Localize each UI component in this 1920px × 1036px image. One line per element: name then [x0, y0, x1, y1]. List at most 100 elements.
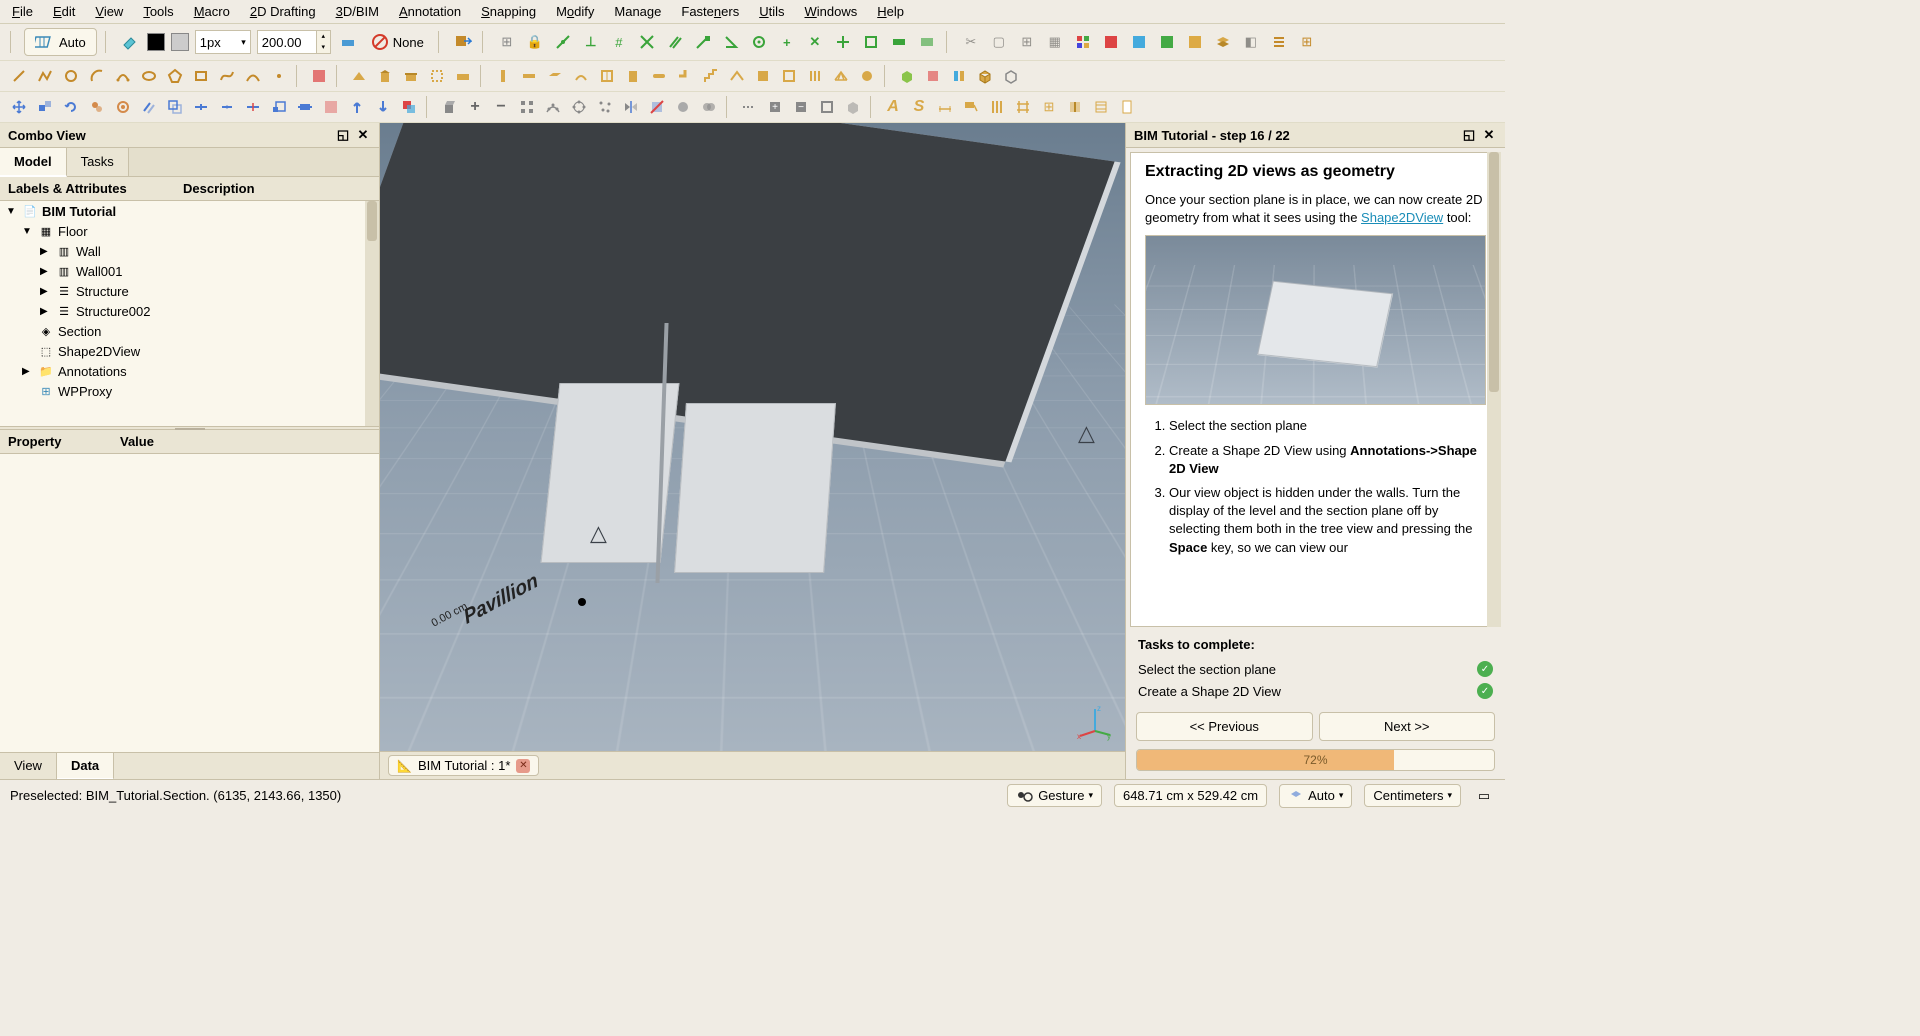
menu-file[interactable]: File [6, 2, 39, 21]
line-tool-button[interactable] [8, 65, 30, 87]
downgrade-tool-button[interactable] [372, 96, 394, 118]
list-button[interactable] [1268, 31, 1290, 53]
component-tool-button[interactable] [896, 65, 918, 87]
menu-tools[interactable]: Tools [137, 2, 179, 21]
tree-structure002[interactable]: ▶ ☰ Structure002 [0, 301, 379, 321]
rectangle-tool-button[interactable] [190, 65, 212, 87]
site-tool-button[interactable] [348, 65, 370, 87]
text-tool-button[interactable]: A [882, 96, 904, 118]
offset-tool-button[interactable] [138, 96, 160, 118]
truss-tool-button[interactable] [830, 65, 852, 87]
eraser-tool-button[interactable] [119, 31, 141, 53]
snap-angle-button[interactable] [720, 31, 742, 53]
tree-scrollbar[interactable] [365, 201, 379, 426]
offset2d-button[interactable] [164, 96, 186, 118]
snap-perpendicular-button[interactable]: ⊥ [580, 31, 602, 53]
add-component-button[interactable]: + [764, 96, 786, 118]
tutorial-content[interactable]: Extracting 2D views as geometry Once you… [1130, 152, 1501, 627]
snap-lock-button[interactable]: 🔒 [524, 31, 546, 53]
menu-annotation[interactable]: Annotation [393, 2, 467, 21]
menu-manage[interactable]: Manage [608, 2, 667, 21]
annotation-styles-button[interactable] [1184, 31, 1206, 53]
trimex-tool-button[interactable] [190, 96, 212, 118]
document-tab-active[interactable]: 📐 BIM Tutorial : 1* ✕ [388, 755, 539, 776]
spin-down[interactable]: ▾ [317, 42, 330, 53]
spin-up[interactable]: ▴ [317, 31, 330, 42]
panel-tool-button[interactable] [752, 65, 774, 87]
copy-move-button[interactable] [34, 96, 56, 118]
classification-button[interactable] [1072, 31, 1094, 53]
preflight-button[interactable] [1156, 31, 1178, 53]
box-primitive-button[interactable] [974, 65, 996, 87]
fence-tool-button[interactable] [804, 65, 826, 87]
library-tool-button[interactable] [948, 65, 970, 87]
page-button[interactable] [1116, 96, 1138, 118]
snap-grid-button[interactable]: ⊞ [496, 31, 518, 53]
tree-structure[interactable]: ▶ ☰ Structure [0, 281, 379, 301]
pointarray-button[interactable] [594, 96, 616, 118]
roof-tool-button[interactable] [726, 65, 748, 87]
arc-tool-button[interactable] [86, 65, 108, 87]
tree-annotations[interactable]: ▶ 📁 Annotations [0, 361, 379, 381]
rebar-tool-button[interactable] [570, 65, 592, 87]
undock-tutorial-button[interactable]: ◱ [1461, 127, 1477, 143]
tree-wpproxy[interactable]: ⊞ WPProxy [0, 381, 379, 401]
bezier-tool-button[interactable] [242, 65, 264, 87]
axis-gizmo[interactable]: z x y [1075, 701, 1115, 741]
snap-dimensions-button[interactable] [888, 31, 910, 53]
fontsize-input[interactable] [258, 35, 316, 50]
tree-root[interactable]: ▼ 📄 BIM Tutorial [0, 201, 379, 221]
grid-button[interactable]: ⊞ [1296, 31, 1318, 53]
working-plane-auto-button[interactable]: Auto [24, 28, 97, 56]
reextract-button[interactable] [816, 96, 838, 118]
simplecopy-button[interactable] [672, 96, 694, 118]
pipe-connector-button[interactable] [674, 65, 696, 87]
tab-tasks[interactable]: Tasks [67, 148, 129, 176]
model-tree[interactable]: ▼ 📄 BIM Tutorial ▼ ▦ Floor ▶ ▥ Wall ▶ ▥ [0, 201, 379, 426]
expand-arrow-icon[interactable]: ▼ [22, 226, 34, 237]
tree-section[interactable]: ◈ Section [0, 321, 379, 341]
tree-floor[interactable]: ▼ ▦ Floor [0, 221, 379, 241]
snap-extension-button[interactable]: + [776, 31, 798, 53]
fontsize-spinner[interactable]: ▴▾ [257, 30, 331, 54]
patharray-button[interactable] [542, 96, 564, 118]
workingplane-combo[interactable]: Auto ▾ [1279, 784, 1352, 808]
point-tool-button[interactable] [268, 65, 290, 87]
circle-tool-button[interactable] [60, 65, 82, 87]
sketch-tool-button[interactable] [308, 65, 330, 87]
equipment-tool-button[interactable] [856, 65, 878, 87]
linestyle-none-button[interactable]: None [365, 31, 430, 53]
builder-tool-button[interactable] [1000, 65, 1022, 87]
grid-tool-button[interactable]: ⊞ [1038, 96, 1060, 118]
diff-tool-button[interactable]: + [464, 96, 486, 118]
construction-mode-button[interactable] [337, 31, 359, 53]
array-tool-button[interactable] [516, 96, 538, 118]
collapse-arrow-icon[interactable]: ▶ [40, 266, 52, 277]
3d-viewport[interactable]: ▽ ▽ Pavillion 0.00 cm z x y [380, 123, 1125, 751]
tree-wall[interactable]: ▶ ▥ Wall [0, 241, 379, 261]
menu-3d-bim[interactable]: 3D/BIM [330, 2, 385, 21]
polararray-button[interactable] [568, 96, 590, 118]
draft2sketch-button[interactable] [320, 96, 342, 118]
compound-button[interactable] [698, 96, 720, 118]
menu-view[interactable]: View [89, 2, 129, 21]
wall-tool-button[interactable] [452, 65, 474, 87]
building-tool-button[interactable] [374, 65, 396, 87]
previous-button[interactable]: << Previous [1136, 712, 1313, 741]
collapse-arrow-icon[interactable]: ▶ [22, 366, 34, 377]
tutorial-scrollbar[interactable] [1487, 152, 1501, 627]
column-tool-button[interactable] [492, 65, 514, 87]
scale-tool-button[interactable] [268, 96, 290, 118]
next-button[interactable]: Next >> [1319, 712, 1496, 741]
shapestring-button[interactable]: S [908, 96, 930, 118]
layers-button[interactable] [1212, 31, 1234, 53]
tree-wall001[interactable]: ▶ ▥ Wall001 [0, 261, 379, 281]
nav-style-combo[interactable]: Gesture ▾ [1007, 784, 1102, 807]
tab-data[interactable]: Data [57, 753, 114, 780]
shape2dview-tool-button[interactable] [398, 96, 420, 118]
stretch-tool-button[interactable] [294, 96, 316, 118]
space-tool-button[interactable] [426, 65, 448, 87]
menu-utils[interactable]: Utils [753, 2, 790, 21]
tree-shape2dview[interactable]: ⬚ Shape2DView [0, 341, 379, 361]
move-tool-button[interactable] [8, 96, 30, 118]
